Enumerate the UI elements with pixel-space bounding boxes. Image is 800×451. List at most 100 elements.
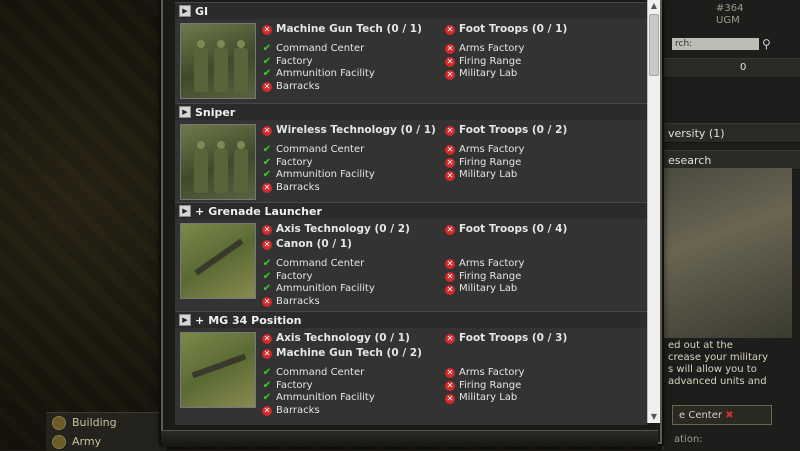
requirement-label: Military Lab <box>459 283 518 295</box>
requirement-label: Factory <box>276 156 313 168</box>
checkmark-icon: ✔ <box>262 379 272 391</box>
requirement-item: ✕ Barracks <box>262 182 436 195</box>
requirement-label: Arms Factory <box>459 367 525 378</box>
alliance-name: UGM <box>716 15 740 26</box>
requirement-item: ✕ Foot Troops (0 / 4) <box>445 222 567 237</box>
requirement-item: ✕ Canon (0 / 1) <box>262 237 410 252</box>
requirement-item: ✕ Military Lab <box>445 283 567 296</box>
vertical-scrollbar[interactable]: ▲ ▼ <box>647 0 660 423</box>
requirement-item: ✔ Ammunition Facility <box>262 283 410 296</box>
missing-x-icon: ✕ <box>445 393 455 404</box>
requirement-label: Foot Troops (0 / 4) <box>459 223 568 235</box>
requirement-label: Command Center <box>276 43 365 54</box>
info-label: ation: <box>674 434 703 445</box>
main-requirements: ✕ Machine Gun Tech (0 / 1) ✔ Command Center… <box>262 22 422 94</box>
unit-name: MG 34 Position <box>208 313 302 327</box>
resource-count: 0 <box>740 62 747 73</box>
requirement-label: Foot Troops (0 / 3) <box>459 332 568 344</box>
unit-header[interactable]: ▶ Sniper <box>175 104 647 120</box>
requirement-label: Foot Troops (0 / 1) <box>459 23 568 35</box>
requirement-item: ✕ Firing Range <box>445 157 567 170</box>
checkmark-icon: ✔ <box>262 367 272 378</box>
tab-university[interactable]: versity (1) <box>664 123 800 143</box>
checkmark-icon: ✔ <box>262 283 272 295</box>
unit-header[interactable]: ▶ + Grenade Launcher <box>175 203 647 219</box>
army-icon <box>52 434 66 449</box>
missing-x-icon: ✕ <box>262 406 272 417</box>
missing-x-icon: ✕ <box>445 57 455 68</box>
missing-x-icon: ✕ <box>445 284 455 295</box>
soldier-figure <box>233 40 249 92</box>
soldier-figure <box>193 141 209 193</box>
plus-icon: + <box>195 313 205 327</box>
requirement-label: Arms Factory <box>459 43 525 54</box>
missing-x-icon: ✕ <box>445 125 455 136</box>
requirement-item: ✕ Military Lab <box>445 392 567 405</box>
requirement-label: Factory <box>276 55 313 67</box>
missing-x-icon: ✕ <box>262 82 272 93</box>
tab-research[interactable]: esearch <box>664 150 800 170</box>
checkmark-icon: ✔ <box>262 270 272 282</box>
expand-toggle-icon[interactable]: ▶ <box>179 314 191 326</box>
unit-name: Grenade Launcher <box>208 204 322 218</box>
requirement-item: ✔ Command Center <box>262 43 422 56</box>
requirement-label: Barracks <box>276 296 320 308</box>
requirement-label: Military Lab <box>459 392 518 404</box>
missing-x-icon: ✕ <box>262 333 272 344</box>
menu-item-label: Army <box>72 435 102 448</box>
unit-portrait <box>180 124 256 200</box>
scroll-down-arrow-icon[interactable]: ▼ <box>648 411 660 423</box>
unit-list[interactable]: ▶ GI ✕ Machine Gun Tech (0 / 1) ✔ Command Cen… <box>175 2 647 425</box>
missing-x-icon: ✕ <box>262 224 272 235</box>
requirement-item: ✕ Arms Factory <box>445 43 567 56</box>
resource-bar: 0 <box>664 58 800 78</box>
requirement-item: ✕ Military Lab <box>445 169 567 182</box>
building-icon <box>52 415 66 430</box>
menu-item-building[interactable]: Building <box>46 413 166 432</box>
requirement-item: ✕ Arms Factory <box>445 367 567 380</box>
command-center-button[interactable]: e Center ✖ <box>672 405 772 425</box>
scroll-up-arrow-icon[interactable]: ▲ <box>648 0 660 12</box>
description-text: ed out at the crease your military s wil… <box>668 340 769 387</box>
requirement-item: ✔ Command Center <box>262 144 436 157</box>
building-image <box>664 168 792 338</box>
scrollbar-thumb[interactable] <box>649 14 659 76</box>
missing-x-icon: ✕ <box>262 24 272 35</box>
requirement-item: ✕ Foot Troops (0 / 3) <box>445 331 567 346</box>
side-requirements: ✕ Foot Troops (0 / 4) ✕ Arms Factory ✕ Firing… <box>445 222 567 296</box>
unit-header[interactable]: ▶ GI <box>175 3 647 19</box>
search-icon[interactable]: ⚲ <box>762 37 776 51</box>
expand-toggle-icon[interactable]: ▶ <box>179 106 191 118</box>
unit-portrait <box>180 223 256 299</box>
side-requirements: ✕ Foot Troops (0 / 1) ✕ Arms Factory ✕ Firing… <box>445 22 567 81</box>
search-input[interactable]: rch: <box>672 38 759 50</box>
menu-item-army[interactable]: Army <box>46 432 166 451</box>
expand-toggle-icon[interactable]: ▶ <box>179 205 191 217</box>
unit-requirements-dialog: ▶ GI ✕ Machine Gun Tech (0 / 1) ✔ Command Cen… <box>161 0 662 444</box>
requirement-item: ✕ Machine Gun Tech (0 / 1) <box>262 22 422 37</box>
requirement-label: Ammunition Facility <box>276 392 375 404</box>
missing-x-icon: ✕ <box>445 333 455 344</box>
requirement-label: Military Lab <box>459 68 518 80</box>
missing-x-icon: ✕ <box>445 381 455 392</box>
tab-label: esearch <box>668 154 712 167</box>
soldier-figure <box>193 40 209 92</box>
requirement-item: ✔ Command Center <box>262 367 422 380</box>
expand-toggle-icon[interactable]: ▶ <box>179 5 191 17</box>
missing-x-icon: ✕ <box>445 44 455 55</box>
requirement-label: Firing Range <box>459 55 522 67</box>
soldier-figure <box>213 40 229 92</box>
requirement-label: Command Center <box>276 258 365 269</box>
missing-x-icon: ✕ <box>262 239 272 250</box>
requirement-label: Firing Range <box>459 379 522 391</box>
requirement-item: ✕ Foot Troops (0 / 2) <box>445 123 567 138</box>
menu-item-label: Building <box>72 416 117 429</box>
requirement-item: ✕ Barracks <box>262 405 422 418</box>
unit-name: GI <box>195 4 209 18</box>
button-label: e Center <box>679 410 722 421</box>
unit-header[interactable]: ▶ + MG 34 Position <box>175 312 647 328</box>
missing-x-icon: ✕ <box>445 69 455 80</box>
unit-name: Sniper <box>195 105 236 119</box>
missing-x-icon: ✕ <box>445 224 455 235</box>
requirement-item: ✔ Factory <box>262 56 422 69</box>
